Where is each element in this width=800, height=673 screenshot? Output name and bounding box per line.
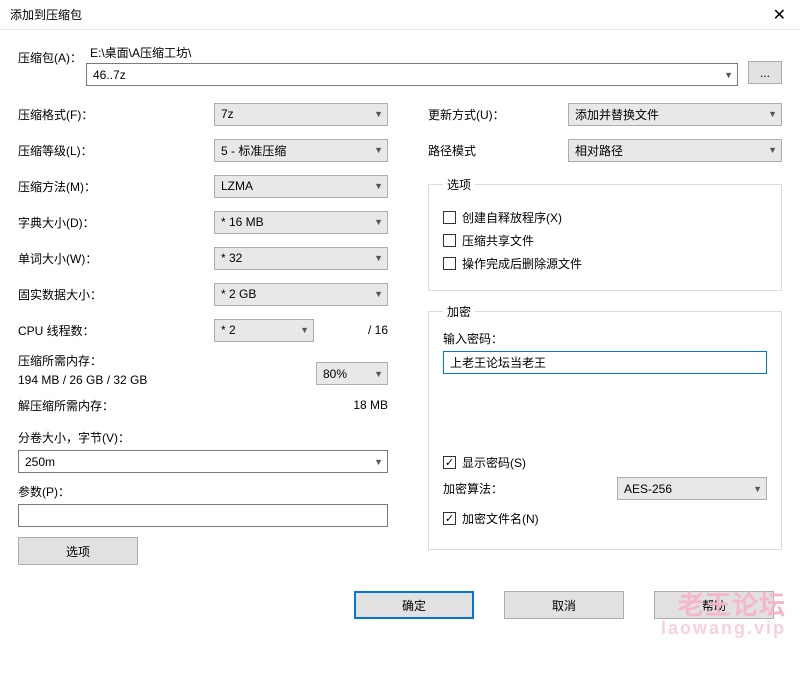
mem-comp-value: 194 MB / 26 GB / 32 GB — [18, 373, 316, 387]
encrypt-legend: 加密 — [443, 303, 475, 320]
chevron-down-icon: ▼ — [374, 369, 383, 379]
cancel-button[interactable]: 取消 — [504, 591, 624, 619]
mem-decomp-label: 解压缩所需内存： — [18, 397, 353, 414]
mem-percent-combo[interactable]: 80%▼ — [316, 362, 388, 385]
level-label: 压缩等级(L)： — [18, 142, 214, 159]
chevron-down-icon: ▼ — [768, 109, 777, 119]
ok-button[interactable]: 确定 — [354, 591, 474, 619]
level-combo[interactable]: 5 - 标准压缩▼ — [214, 139, 388, 162]
chevron-down-icon: ▼ — [374, 109, 383, 119]
archive-name-value: 46..7z — [93, 68, 126, 82]
mem-decomp-value: 18 MB — [353, 398, 388, 412]
window-title: 添加到压缩包 — [10, 6, 82, 23]
solid-label: 固实数据大小： — [18, 286, 214, 303]
pathmode-combo[interactable]: 相对路径▼ — [568, 139, 782, 162]
chevron-down-icon: ▼ — [374, 289, 383, 299]
delete-after-checkbox[interactable] — [443, 257, 456, 270]
close-icon[interactable]: ✕ — [767, 3, 792, 27]
shared-checkbox[interactable] — [443, 234, 456, 247]
solid-combo[interactable]: * 2 GB▼ — [214, 283, 388, 306]
cpu-combo[interactable]: * 2▼ — [214, 319, 314, 342]
cpu-total-text: / 16 — [368, 323, 388, 337]
chevron-down-icon: ▼ — [753, 484, 762, 494]
chevron-down-icon: ▼ — [374, 253, 383, 263]
params-label: 参数(P)： — [18, 483, 388, 500]
show-password-checkbox[interactable] — [443, 456, 456, 469]
sfx-checkbox[interactable] — [443, 211, 456, 224]
archive-name-combo[interactable]: 46..7z ▼ — [86, 63, 738, 86]
options-legend: 选项 — [443, 176, 475, 193]
chevron-down-icon: ▼ — [300, 325, 309, 335]
archive-path-text: E:\桌面\A压缩工坊\ — [86, 44, 738, 61]
chevron-down-icon: ▼ — [374, 145, 383, 155]
method-combo[interactable]: LZMA▼ — [214, 175, 388, 198]
chevron-down-icon: ▼ — [374, 457, 383, 467]
password-label: 输入密码： — [443, 330, 767, 347]
format-label: 压缩格式(F)： — [18, 106, 214, 123]
chevron-down-icon: ▼ — [374, 217, 383, 227]
dict-combo[interactable]: * 16 MB▼ — [214, 211, 388, 234]
browse-label: ... — [760, 66, 770, 80]
algo-combo[interactable]: AES-256▼ — [617, 477, 767, 500]
chevron-down-icon: ▼ — [768, 145, 777, 155]
method-label: 压缩方法(M)： — [18, 178, 214, 195]
chevron-down-icon: ▼ — [374, 181, 383, 191]
chevron-down-icon: ▼ — [724, 70, 733, 80]
split-combo[interactable]: 250m▼ — [18, 450, 388, 473]
update-combo[interactable]: 添加并替换文件▼ — [568, 103, 782, 126]
update-label: 更新方式(U)： — [428, 106, 568, 123]
word-label: 单词大小(W)： — [18, 250, 214, 267]
archive-label: 压缩包(A)： — [18, 44, 86, 72]
password-input[interactable]: 上老王论坛当老王 — [443, 351, 767, 374]
shared-label: 压缩共享文件 — [462, 232, 534, 249]
encrypt-group: 加密 输入密码： 上老王论坛当老王 显示密码(S) 加密算法： AES-256▼… — [428, 303, 782, 550]
split-label: 分卷大小，字节(V)： — [18, 429, 388, 446]
encrypt-names-label: 加密文件名(N) — [462, 510, 539, 527]
cpu-label: CPU 线程数： — [18, 322, 214, 339]
word-combo[interactable]: * 32▼ — [214, 247, 388, 270]
encrypt-names-checkbox[interactable] — [443, 512, 456, 525]
params-input[interactable] — [18, 504, 388, 527]
show-password-label: 显示密码(S) — [462, 454, 526, 471]
mem-comp-label: 压缩所需内存： — [18, 352, 316, 369]
delete-after-label: 操作完成后删除源文件 — [462, 255, 582, 272]
algo-label: 加密算法： — [443, 480, 617, 497]
options-group: 选项 创建自释放程序(X) 压缩共享文件 操作完成后删除源文件 — [428, 176, 782, 291]
sfx-label: 创建自释放程序(X) — [462, 209, 562, 226]
help-button[interactable]: 帮助 — [654, 591, 774, 619]
options-button[interactable]: 选项 — [18, 537, 138, 565]
format-combo[interactable]: 7z▼ — [214, 103, 388, 126]
pathmode-label: 路径模式 — [428, 142, 568, 159]
dict-label: 字典大小(D)： — [18, 214, 214, 231]
browse-button[interactable]: ... — [748, 61, 782, 84]
